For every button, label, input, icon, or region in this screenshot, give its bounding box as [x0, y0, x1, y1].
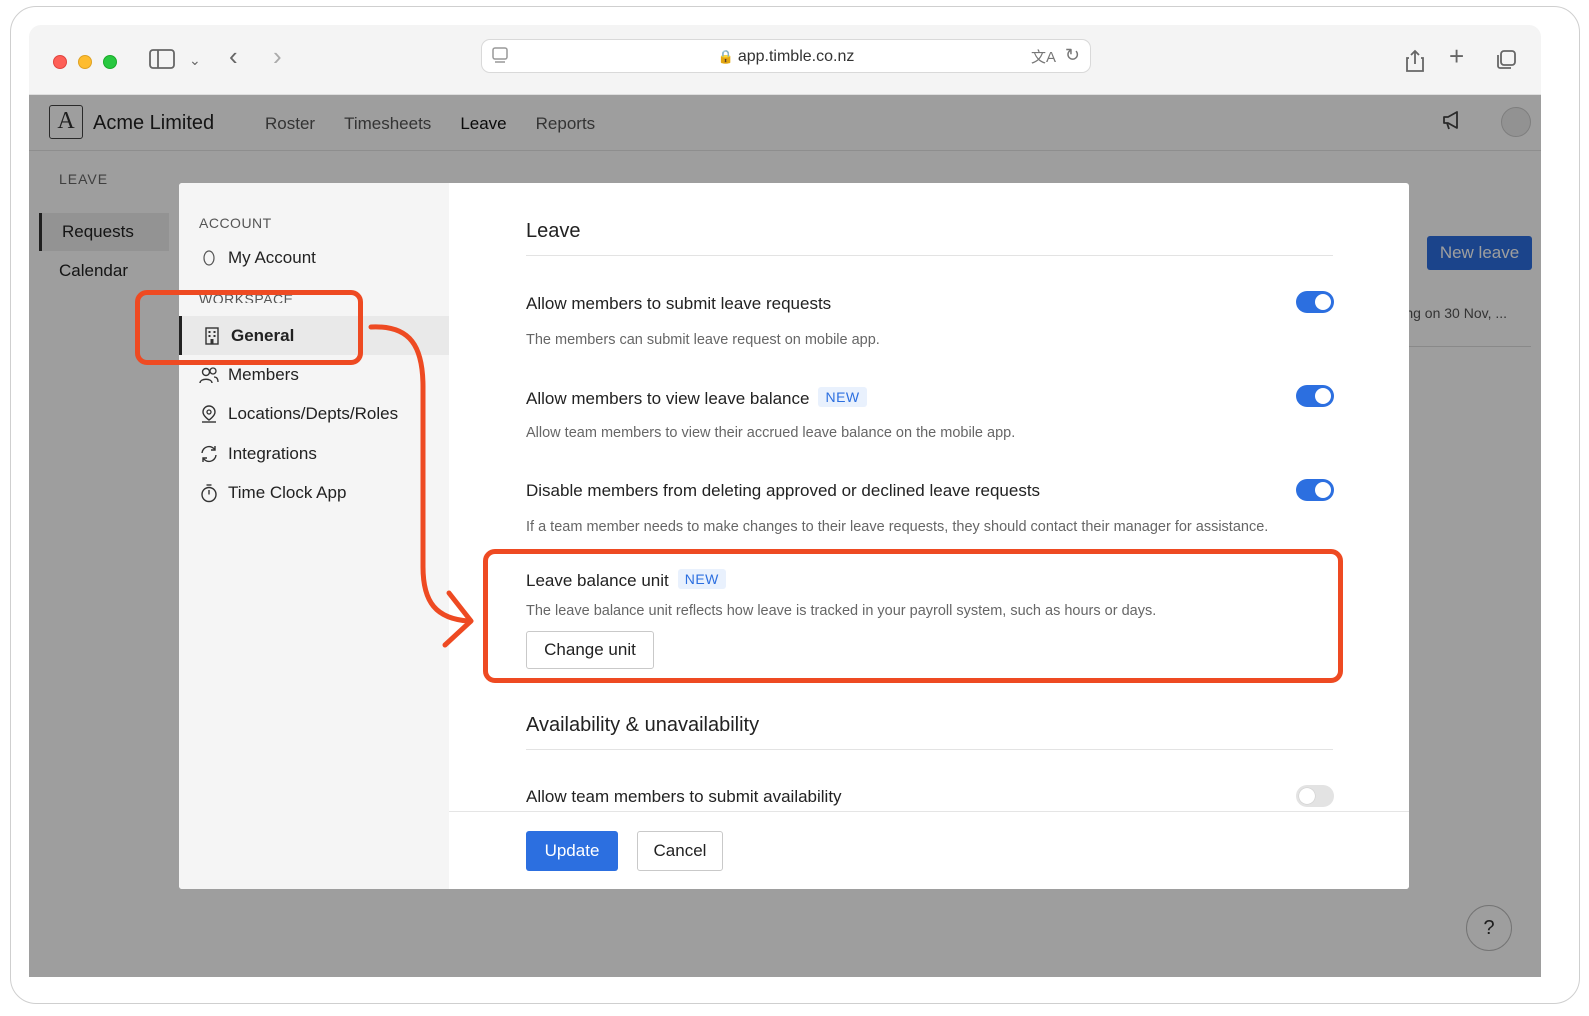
annotation-arrow [368, 324, 474, 648]
browser-window: ⌄ ‹ › 🔒 app.timble.co.nz 文A ↻ + A Acme Li… [10, 6, 1580, 1004]
